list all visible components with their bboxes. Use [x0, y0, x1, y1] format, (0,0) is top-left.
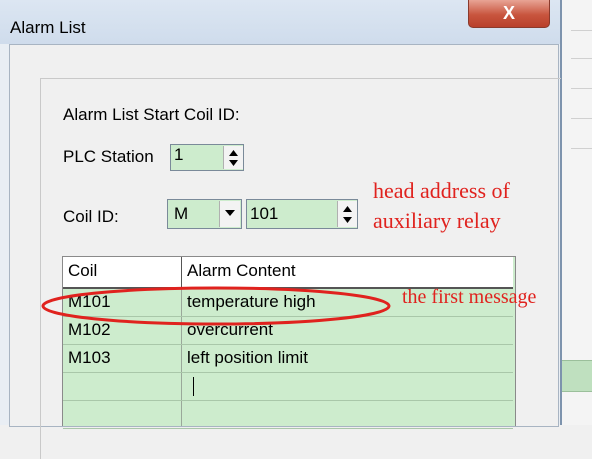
alarm-table: Coil Alarm Content M101 temperature high…	[62, 256, 516, 429]
background-divider	[571, 88, 592, 89]
coil-number-value: 101	[250, 204, 279, 223]
plc-station-spin-buttons[interactable]	[223, 146, 243, 169]
text-cursor	[193, 377, 194, 396]
head-address-annotation-line2: auxiliary relay	[373, 208, 501, 233]
column-divider[interactable]	[181, 257, 182, 287]
spin-arrows-icon	[343, 206, 352, 223]
first-message-annotation: the first message	[402, 286, 537, 308]
alarm-list-dialog: Alarm List X Alarm List Start Coil ID: P…	[0, 0, 562, 459]
start-coil-label: Alarm List Start Coil ID:	[63, 105, 240, 124]
background-window	[560, 0, 592, 425]
window-title: Alarm List	[10, 18, 86, 37]
coil-number-spinner[interactable]: 101	[246, 199, 358, 229]
background-divider	[571, 58, 592, 59]
plc-station-value: 1	[174, 145, 184, 164]
column-header-alarm-content[interactable]: Alarm Content	[187, 261, 296, 281]
table-row[interactable]	[63, 373, 513, 401]
background-highlight	[561, 360, 592, 392]
close-icon: X	[502, 3, 515, 23]
alarm-content-cell[interactable]: left position limit	[187, 348, 308, 368]
table-row[interactable]: M103 left position limit	[63, 345, 513, 373]
plc-station-spinner[interactable]: 1	[170, 144, 244, 171]
background-divider	[571, 118, 592, 119]
highlight-ellipse	[41, 286, 391, 326]
coil-type-value: M	[174, 204, 189, 223]
head-address-annotation-line1: head address of	[373, 178, 510, 203]
coil-type-dropdown[interactable]: M	[167, 199, 242, 229]
title-bar[interactable]: Alarm List X	[0, 0, 560, 44]
chevron-down-icon	[225, 210, 235, 216]
spin-arrows-icon	[229, 150, 238, 166]
coil-cell[interactable]: M103	[68, 348, 111, 368]
coil-number-spin-buttons[interactable]	[337, 201, 357, 227]
coil-id-label: Coil ID:	[63, 207, 119, 226]
background-divider	[571, 148, 592, 149]
plc-station-label: PLC Station	[63, 147, 154, 166]
dropdown-button[interactable]	[219, 201, 240, 227]
column-header-coil[interactable]: Coil	[68, 261, 97, 281]
background-divider	[571, 30, 592, 31]
close-button[interactable]: X	[468, 0, 550, 28]
